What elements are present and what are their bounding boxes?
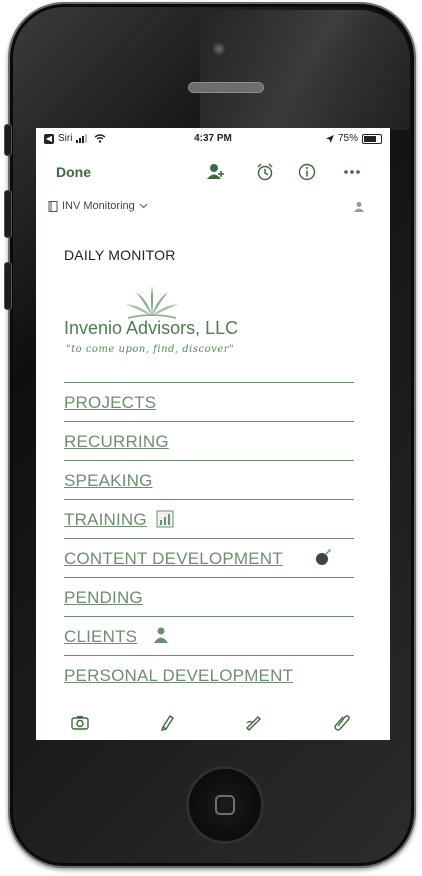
list-item: PROJECTS bbox=[64, 382, 354, 421]
pen-icon[interactable] bbox=[158, 712, 178, 732]
paperclip-icon[interactable] bbox=[332, 712, 352, 732]
list-item: PERSONAL DEVELOPMENT bbox=[64, 655, 354, 694]
add-person-icon[interactable] bbox=[206, 162, 226, 182]
note-title[interactable]: DAILY MONITOR bbox=[64, 247, 176, 263]
link-content-development[interactable]: CONTENT DEVELOPMENT bbox=[64, 549, 283, 569]
link-pending[interactable]: PENDING bbox=[64, 588, 143, 608]
pencil-icon[interactable] bbox=[244, 712, 264, 732]
camera-icon[interactable] bbox=[70, 712, 90, 732]
list-item: RECURRING bbox=[64, 421, 354, 460]
alarm-icon[interactable] bbox=[255, 162, 275, 182]
volume-down-button bbox=[4, 262, 12, 310]
earpiece-speaker bbox=[188, 82, 264, 93]
link-projects[interactable]: PROJECTS bbox=[64, 393, 156, 413]
note-toolbar: Done bbox=[36, 154, 390, 188]
link-training[interactable]: TRAINING bbox=[64, 510, 147, 530]
shared-users-icon[interactable] bbox=[352, 200, 366, 214]
logo-company-name: Invenio Advisors, LLC bbox=[64, 318, 239, 338]
home-square-icon bbox=[215, 795, 235, 815]
list-item: CLIENTS bbox=[64, 616, 354, 655]
notebook-name: INV Monitoring bbox=[62, 200, 135, 212]
volume-up-button bbox=[4, 190, 12, 238]
notebook-selector[interactable]: INV Monitoring bbox=[48, 200, 148, 212]
info-icon[interactable] bbox=[297, 162, 317, 182]
home-button[interactable] bbox=[186, 766, 264, 844]
chart-emoji-icon bbox=[156, 510, 174, 528]
list-item: CONTENT DEVELOPMENT bbox=[64, 538, 354, 577]
battery-percent: 75% bbox=[337, 133, 358, 144]
logo-tagline: "to come upon, find, discover" bbox=[66, 344, 235, 355]
done-button[interactable]: Done bbox=[56, 164, 91, 180]
bottom-toolbar bbox=[36, 706, 390, 740]
mute-switch bbox=[4, 124, 12, 156]
notebook-icon bbox=[48, 200, 58, 212]
status-right: 75% bbox=[325, 133, 382, 144]
front-camera bbox=[212, 42, 226, 56]
battery-icon bbox=[362, 133, 382, 144]
link-personal-development[interactable]: PERSONAL DEVELOPMENT bbox=[64, 666, 293, 686]
list-item: PENDING bbox=[64, 577, 354, 616]
status-bar: ◀ Siri 4:37 PM 75% bbox=[36, 128, 390, 148]
list-item: SPEAKING bbox=[64, 460, 354, 499]
section-link-list: PROJECTS RECURRING SPEAKING TRAINING CON… bbox=[64, 382, 354, 694]
link-speaking[interactable]: SPEAKING bbox=[64, 471, 153, 491]
company-logo: Invenio Advisors, LLC "to come upon, fin… bbox=[64, 284, 324, 364]
screen-glare bbox=[200, 10, 410, 130]
chevron-down-icon bbox=[139, 203, 148, 209]
app-screen: ◀ Siri 4:37 PM 75% Done INV Monitoring D… bbox=[36, 128, 390, 740]
link-clients[interactable]: CLIENTS bbox=[64, 627, 137, 647]
person-emoji-icon bbox=[154, 627, 168, 643]
list-item: TRAINING bbox=[64, 499, 354, 538]
link-recurring[interactable]: RECURRING bbox=[64, 432, 169, 452]
more-icon[interactable] bbox=[342, 162, 362, 182]
location-arrow-icon bbox=[325, 134, 334, 143]
lotus-leaf-icon bbox=[126, 286, 178, 319]
bomb-emoji-icon bbox=[316, 549, 331, 565]
